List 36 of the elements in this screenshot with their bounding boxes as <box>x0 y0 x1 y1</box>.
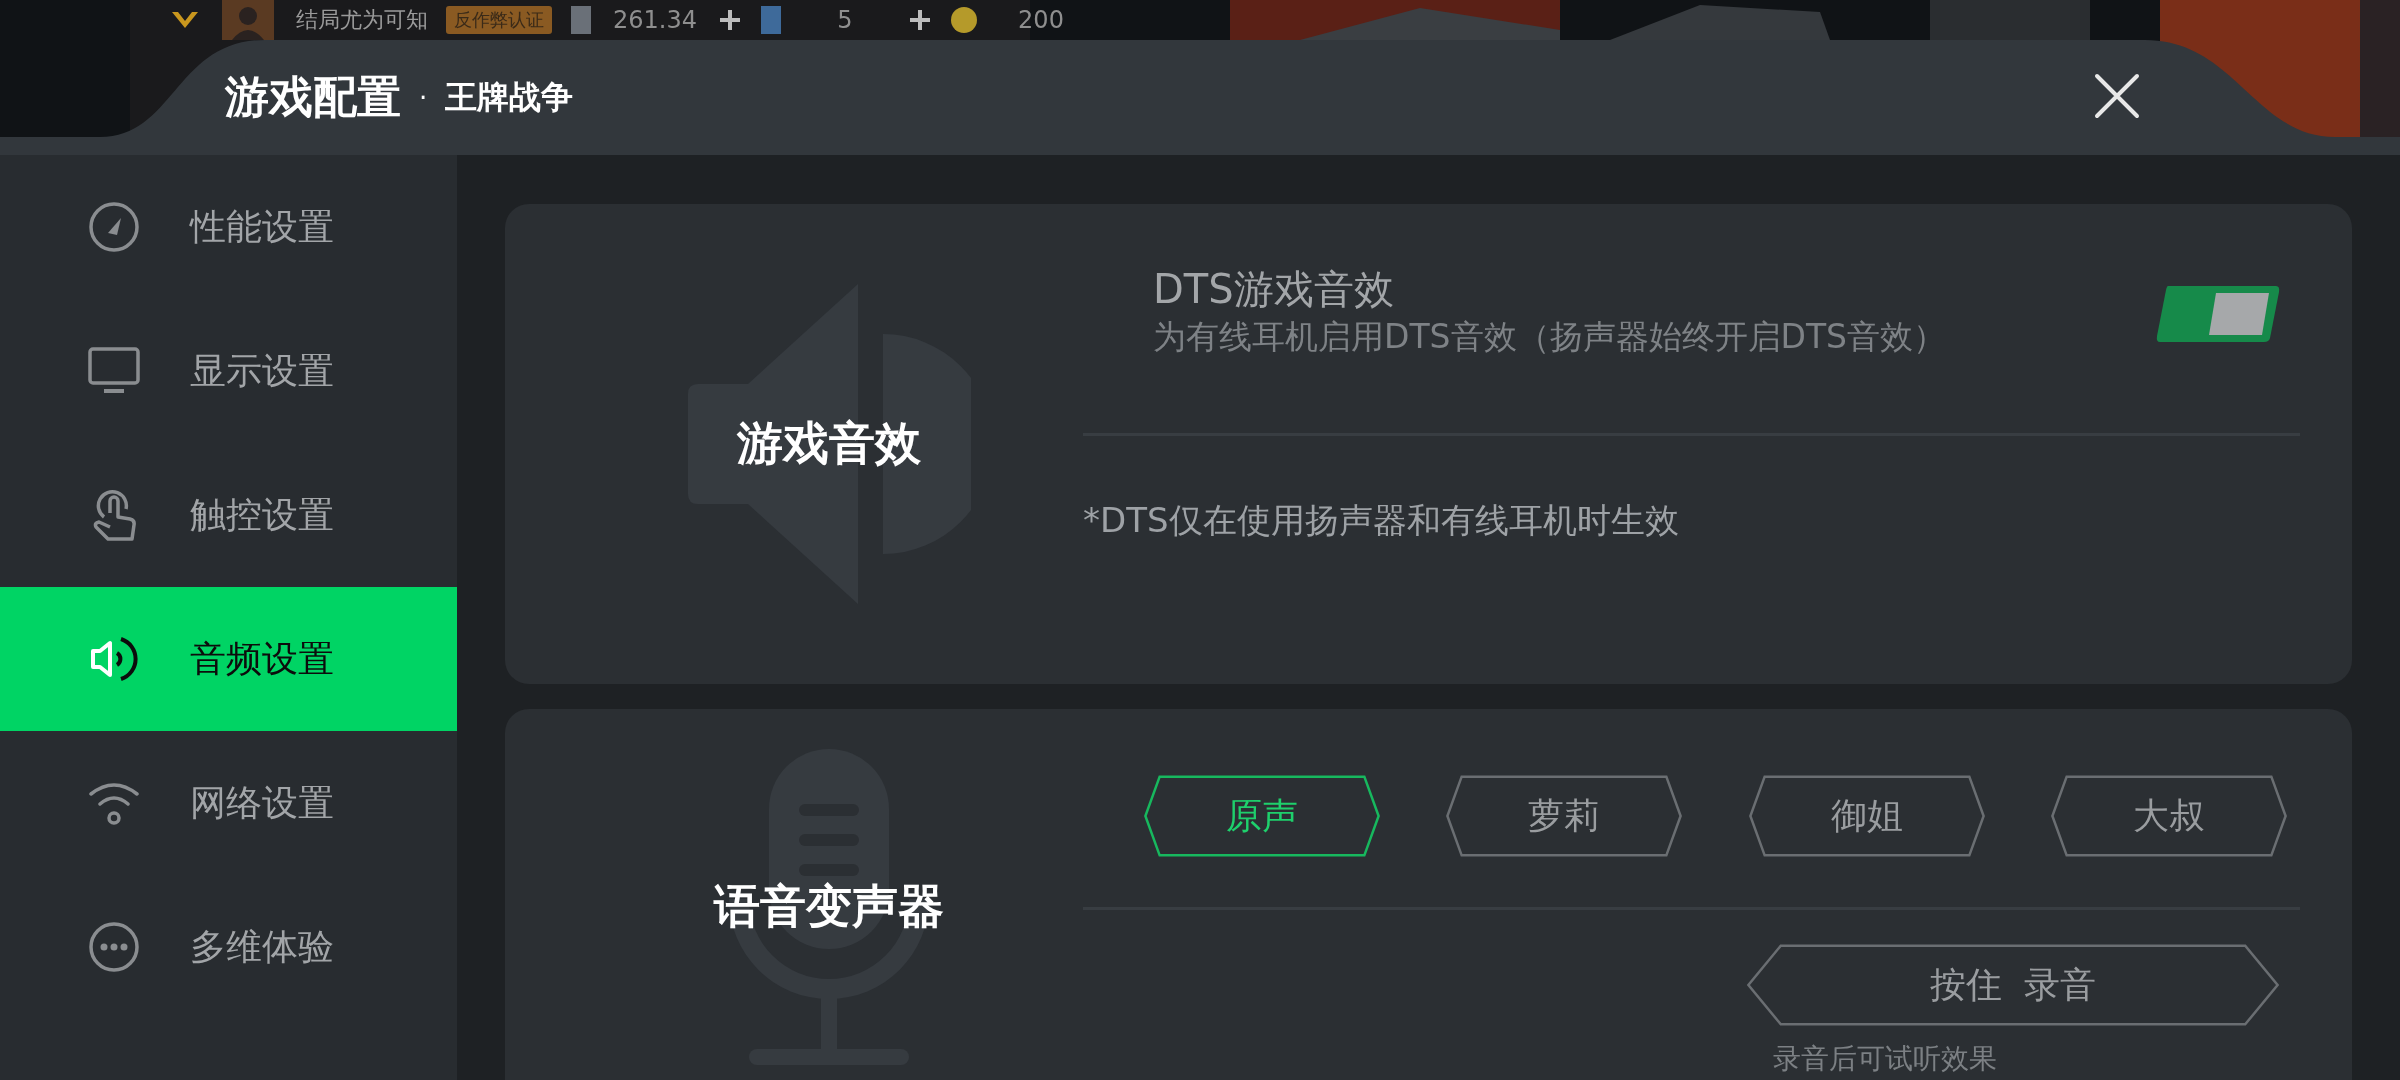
card-title: 游戏音效 <box>737 415 921 472</box>
record-hint: 录音后可试听效果 <box>1773 1041 1997 1077</box>
gauge-icon <box>88 201 140 253</box>
sidebar-item[interactable]: 多维体验 <box>0 875 457 1019</box>
voice-option[interactable]: 原声 <box>1143 775 1381 857</box>
currency-amount: 5 <box>836 6 854 34</box>
sidebar-item[interactable]: 显示设置 <box>0 299 457 443</box>
dts-note: *DTS仅在使用扬声器和有线耳机时生效 <box>1083 499 1680 542</box>
sidebar-item[interactable]: 触控设置 <box>0 443 457 587</box>
voice-option[interactable]: 萝莉 <box>1445 775 1684 857</box>
plus-icon[interactable] <box>718 8 742 32</box>
card-icon <box>570 5 592 35</box>
plus-icon[interactable] <box>908 8 932 32</box>
close-button[interactable] <box>2093 72 2141 120</box>
toggle-switch[interactable] <box>2156 284 2280 344</box>
card-icon <box>760 5 782 35</box>
setting-title: DTS游戏音效 <box>1153 265 1395 314</box>
sidebar-item[interactable]: 音频设置 <box>0 587 457 731</box>
voice-option[interactable]: 御姐 <box>1747 775 1986 857</box>
anti-cheat-badge: 反作弊认证 <box>446 6 552 34</box>
currency-amount: 261.34 <box>612 6 698 34</box>
setting-description: 为有线耳机启用DTS音效（扬声器始终开启DTS音效） <box>1153 316 1948 358</box>
wifi-icon <box>88 780 140 826</box>
game-name: 王牌战争 <box>445 76 574 118</box>
more-icon <box>88 921 140 973</box>
window-title: 游戏配置 <box>225 70 401 124</box>
title-separator: · <box>419 82 428 113</box>
player-name: 结局尤为可知 <box>296 6 428 34</box>
sidebar-item[interactable]: 性能设置 <box>0 155 457 299</box>
currency-amount: 200 <box>1017 6 1065 34</box>
voice-option[interactable]: 大叔 <box>2050 775 2288 857</box>
monitor-icon <box>88 347 140 395</box>
chevron-icon <box>170 10 200 30</box>
card-title: 语音变声器 <box>714 878 944 935</box>
coin-icon <box>950 6 978 34</box>
sidebar-item[interactable]: 网络设置 <box>0 731 457 875</box>
